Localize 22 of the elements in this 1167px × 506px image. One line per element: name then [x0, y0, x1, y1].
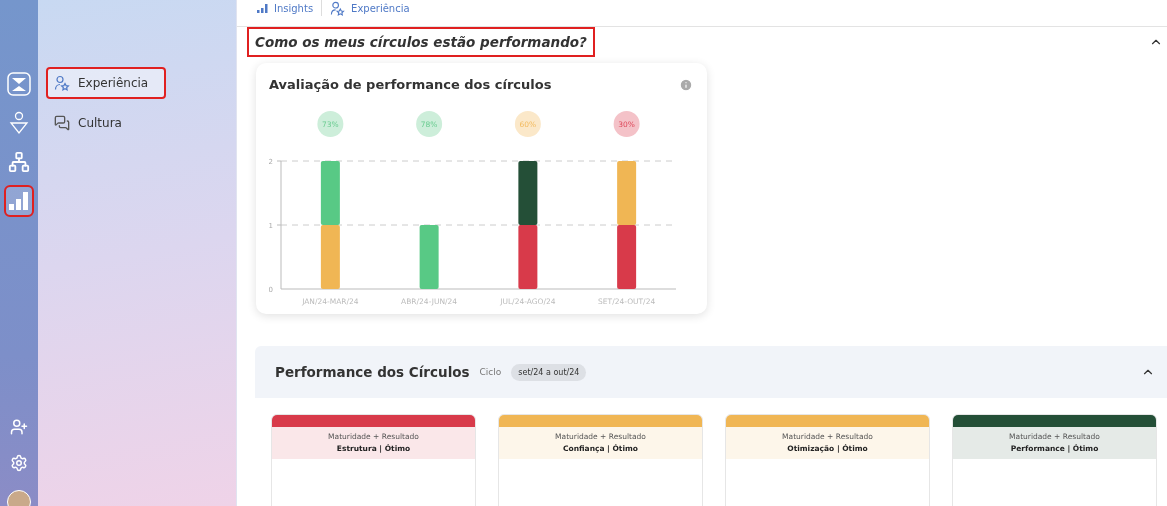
section-title: Como os meus círculos estão performando?	[249, 29, 593, 55]
rail-button[interactable]	[6, 187, 32, 215]
add-user-icon[interactable]	[10, 418, 28, 436]
network-icon	[8, 151, 30, 173]
sidebar-item[interactable]: Experiência	[46, 67, 166, 99]
breadcrumb-link[interactable]: Insights	[257, 2, 314, 14]
sidebar-item[interactable]: Cultura	[46, 107, 216, 139]
breadcrumb-link[interactable]: Experiência	[330, 0, 410, 16]
rail-button[interactable]	[6, 70, 32, 98]
cycle-label: Ciclo	[479, 367, 502, 377]
card-title: Avaliação de performance dos círculos	[269, 77, 552, 92]
settings-icon[interactable]	[10, 454, 28, 472]
cycle-pill: set/24 a out/24	[511, 363, 587, 381]
panel-title: Performance dos Círculos	[275, 364, 470, 380]
bar-chart-icon	[8, 191, 30, 211]
chat-icon	[54, 115, 70, 131]
logo-icon	[7, 72, 31, 96]
info-icon[interactable]	[679, 77, 693, 92]
user-star-icon	[54, 75, 70, 91]
bar-chart-icon	[257, 3, 268, 13]
user-star-icon	[330, 0, 346, 16]
user-ai-icon	[9, 111, 29, 135]
